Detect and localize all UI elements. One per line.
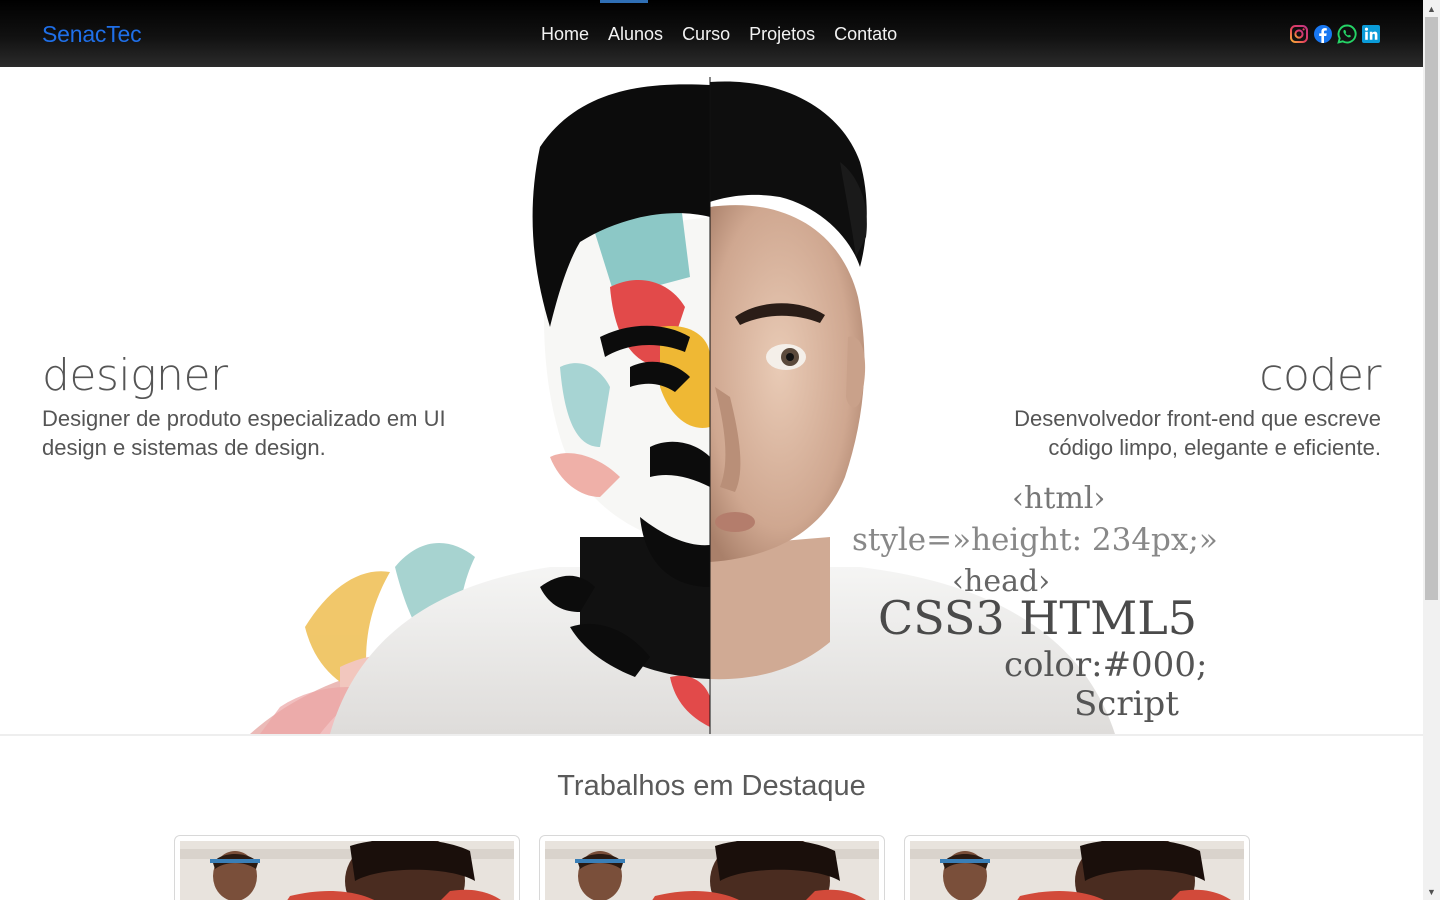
card-image: [180, 841, 514, 900]
scroll-down-arrow-icon[interactable]: ▼: [1423, 883, 1440, 900]
coder-description: Desenvolvedor front-end que escreve códi…: [1014, 406, 1381, 460]
section-divider: [0, 734, 1423, 736]
code-word-script: Script: [1074, 684, 1179, 724]
coder-title: coder: [1259, 350, 1381, 401]
navbar: SenacTec Home Alunos Curso Projetos Cont…: [0, 0, 1423, 67]
students-photo: [180, 841, 514, 900]
nav-link-alunos[interactable]: Alunos: [608, 24, 663, 45]
social-links: [1289, 24, 1381, 44]
code-word-html-tag: ‹html›: [1012, 481, 1106, 516]
nav-link-home[interactable]: Home: [541, 24, 589, 45]
nav-links: Home Alunos Curso Projetos Contato: [541, 24, 897, 45]
linkedin-icon[interactable]: [1361, 24, 1381, 44]
designer-description: Designer de produto especializado em UI …: [42, 406, 446, 460]
nav-link-curso[interactable]: Curso: [682, 24, 730, 45]
hero-section: ‹html› style=»height: 234px;» ‹head› CSS…: [0, 67, 1423, 734]
nav-link-contato[interactable]: Contato: [834, 24, 897, 45]
featured-title: Trabalhos em Destaque: [557, 770, 866, 802]
whatsapp-icon[interactable]: [1337, 24, 1357, 44]
students-photo: [910, 841, 1244, 900]
card-image: [545, 841, 879, 900]
scroll-up-arrow-icon[interactable]: ▲: [1423, 0, 1440, 17]
nav-active-indicator: [600, 0, 648, 3]
featured-card[interactable]: [174, 835, 520, 900]
nav-link-projetos[interactable]: Projetos: [749, 24, 815, 45]
hero-coder-block: coder Desenvolvedor front-end que escrev…: [961, 350, 1381, 462]
featured-card[interactable]: [904, 835, 1250, 900]
scrollbar-thumb[interactable]: [1425, 17, 1438, 600]
designer-title: designer: [42, 350, 228, 401]
page-scrollbar[interactable]: ▲ ▼: [1423, 0, 1440, 900]
code-word-style: style=»height: 234px;»: [852, 522, 1218, 558]
instagram-icon[interactable]: [1289, 24, 1309, 44]
students-photo: [545, 841, 879, 900]
hero-designer-block: designer Designer de produto especializa…: [42, 350, 492, 462]
facebook-icon[interactable]: [1313, 24, 1333, 44]
code-word-color: color:#000;: [1004, 645, 1208, 685]
featured-card[interactable]: [539, 835, 885, 900]
code-word-css-html: CSS3 HTML5: [878, 591, 1198, 645]
card-image: [910, 841, 1244, 900]
brand-link[interactable]: SenacTec: [42, 21, 142, 48]
